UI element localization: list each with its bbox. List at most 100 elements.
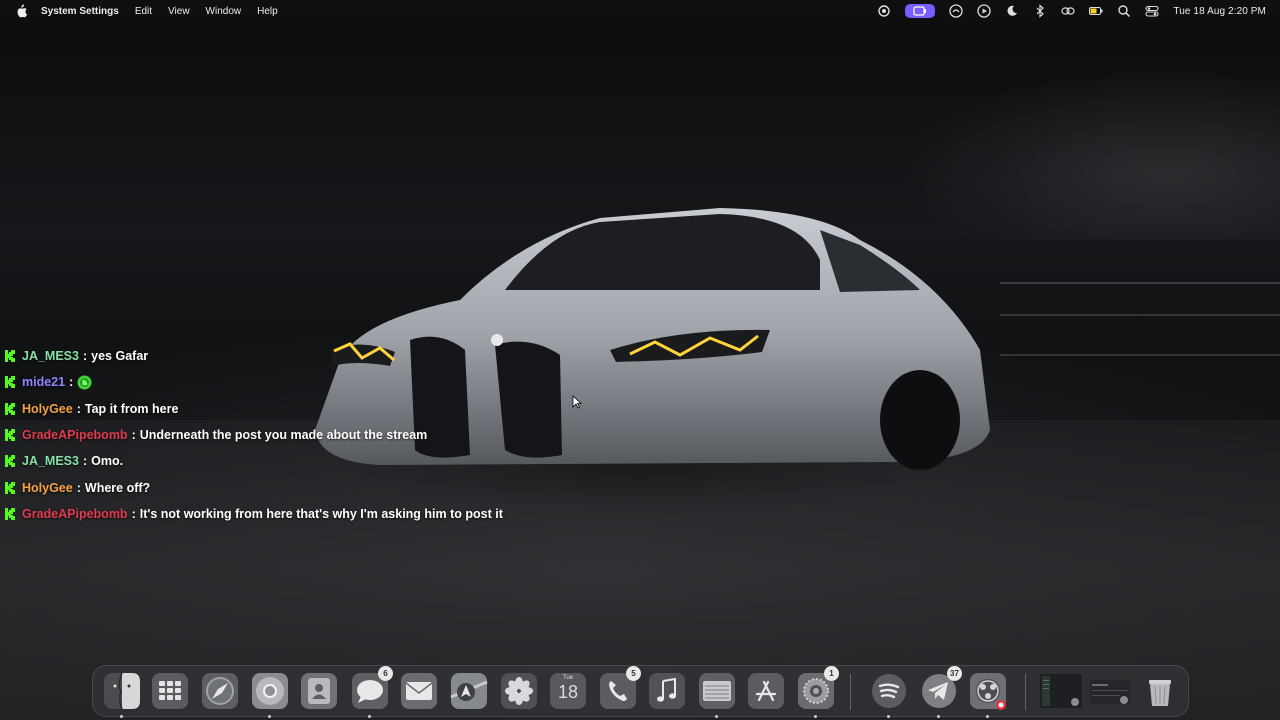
chat-message: GradeAPipebomb : It's not working from h… — [4, 501, 644, 527]
settings-badge: 1 — [824, 666, 839, 681]
menu-window[interactable]: Window — [206, 6, 242, 17]
menu-help[interactable]: Help — [257, 6, 278, 17]
active-app-name[interactable]: System Settings — [41, 6, 119, 17]
dock-contacts[interactable] — [300, 672, 338, 710]
spotify-icon — [872, 674, 906, 708]
dock-music[interactable] — [648, 672, 686, 710]
kick-icon — [5, 455, 15, 468]
chat-separator: : — [76, 401, 81, 416]
chat-separator: : — [131, 428, 136, 443]
chat-separator: : — [69, 375, 74, 390]
menu-edit[interactable]: Edit — [135, 6, 152, 17]
running-indicator — [368, 715, 371, 718]
dock-chrome[interactable] — [251, 672, 289, 718]
dock-telegram[interactable]: 37 — [920, 666, 962, 718]
menu-view[interactable]: View — [168, 6, 190, 17]
apple-menu-icon[interactable] — [15, 4, 27, 18]
safari-icon — [202, 673, 238, 709]
notes-icon — [699, 673, 735, 709]
mail-icon — [401, 673, 437, 709]
photos-icon — [501, 673, 537, 709]
running-indicator — [715, 715, 718, 718]
chat-message: JA_MES3 : yes Gafar — [4, 343, 644, 369]
chat-username[interactable]: JA_MES3 — [22, 349, 79, 363]
kick-emote-icon — [77, 375, 92, 390]
dock-launchpad[interactable] — [151, 672, 189, 710]
chat-message: HolyGee : Tap it from here — [4, 396, 644, 422]
contacts-icon — [301, 673, 337, 709]
dock-safari[interactable] — [201, 672, 239, 710]
dock-phone[interactable]: 5 — [599, 666, 641, 710]
dock-separator — [1025, 674, 1026, 710]
dock: 6 Tue 18 5 1 37 — [92, 665, 1189, 718]
focus-status-icon[interactable] — [877, 4, 891, 18]
phone-badge: 5 — [626, 666, 641, 681]
moon-icon[interactable] — [1005, 4, 1019, 18]
link-icon[interactable] — [1061, 4, 1075, 18]
chat-username[interactable]: GradeAPipebomb — [22, 428, 128, 442]
music-icon — [649, 673, 685, 709]
chat-separator: : — [131, 506, 136, 521]
chat-text: Omo. — [91, 454, 124, 469]
battery-icon[interactable] — [1089, 4, 1103, 18]
wallpaper-fence — [1000, 282, 1280, 392]
chat-separator: : — [76, 480, 81, 495]
dock-spotify[interactable] — [870, 672, 908, 718]
kick-icon — [5, 402, 15, 415]
kick-icon — [5, 350, 15, 363]
chat-text: Underneath the post you made about the s… — [139, 428, 428, 443]
running-indicator — [120, 715, 123, 718]
chat-username[interactable]: HolyGee — [22, 402, 73, 416]
chat-text: Where off? — [84, 480, 151, 495]
dock-minimized-window[interactable] — [1038, 672, 1084, 710]
control-center-icon[interactable] — [1145, 4, 1159, 18]
play-icon[interactable] — [977, 4, 992, 18]
chat-message: HolyGee : Where off? — [4, 474, 644, 500]
kick-icon — [5, 376, 15, 389]
chat-message: mide21 : — [4, 369, 644, 395]
menubar-clock[interactable]: Tue 18 Aug 2:20 PM — [1173, 6, 1266, 17]
maps-icon — [450, 673, 488, 709]
dock-separator — [850, 674, 851, 710]
stream-chat-overlay: JA_MES3 : yes Gafar mide21 : HolyGee : T… — [4, 343, 644, 527]
chat-text: It's not working from here that's why I'… — [139, 506, 503, 521]
dock-mail[interactable] — [400, 672, 438, 710]
chat-message: GradeAPipebomb : Underneath the post you… — [4, 422, 644, 448]
chat-text: yes Gafar — [91, 349, 149, 364]
chat-username[interactable]: HolyGee — [22, 481, 73, 495]
running-indicator — [814, 715, 817, 718]
dock-app-store[interactable] — [747, 672, 785, 710]
bluetooth-icon[interactable] — [1033, 4, 1047, 18]
dock-photos[interactable] — [500, 672, 538, 710]
status-area: Tue 18 Aug 2:20 PM — [877, 0, 1266, 22]
cloud-icon[interactable] — [949, 4, 964, 18]
messages-badge: 6 — [378, 666, 393, 681]
dock-calendar[interactable]: Tue 18 — [549, 672, 587, 710]
dock-maps[interactable] — [450, 672, 488, 710]
dock-notes[interactable] — [698, 672, 736, 718]
app-store-icon — [748, 673, 784, 709]
dock-messages[interactable]: 6 — [351, 666, 393, 718]
chat-username[interactable]: mide21 — [22, 375, 65, 389]
calendar-date: 18 — [557, 682, 579, 702]
running-indicator — [937, 715, 940, 718]
dock-obs[interactable] — [969, 672, 1007, 718]
launchpad-icon — [152, 673, 188, 709]
obs-icon — [970, 673, 1006, 710]
chat-separator: : — [82, 349, 88, 364]
dock-trash[interactable] — [1141, 672, 1179, 710]
chat-message: JA_MES3 : Omo. — [4, 448, 644, 474]
dock-finder[interactable] — [103, 672, 141, 718]
chat-username[interactable]: GradeAPipebomb — [22, 507, 128, 521]
chat-username[interactable]: JA_MES3 — [22, 454, 79, 468]
dock-system-settings[interactable]: 1 — [797, 666, 839, 718]
dock-minimized-window[interactable] — [1088, 672, 1132, 710]
kick-icon — [5, 481, 15, 494]
telegram-badge: 37 — [947, 666, 962, 681]
window-thumbnail-icon — [1090, 680, 1130, 704]
screen-recording-icon[interactable] — [905, 4, 936, 18]
chat-text: Tap it from here — [84, 401, 179, 416]
search-icon[interactable] — [1117, 4, 1131, 18]
finder-icon — [104, 672, 140, 710]
window-thumbnail-icon — [1040, 674, 1082, 708]
